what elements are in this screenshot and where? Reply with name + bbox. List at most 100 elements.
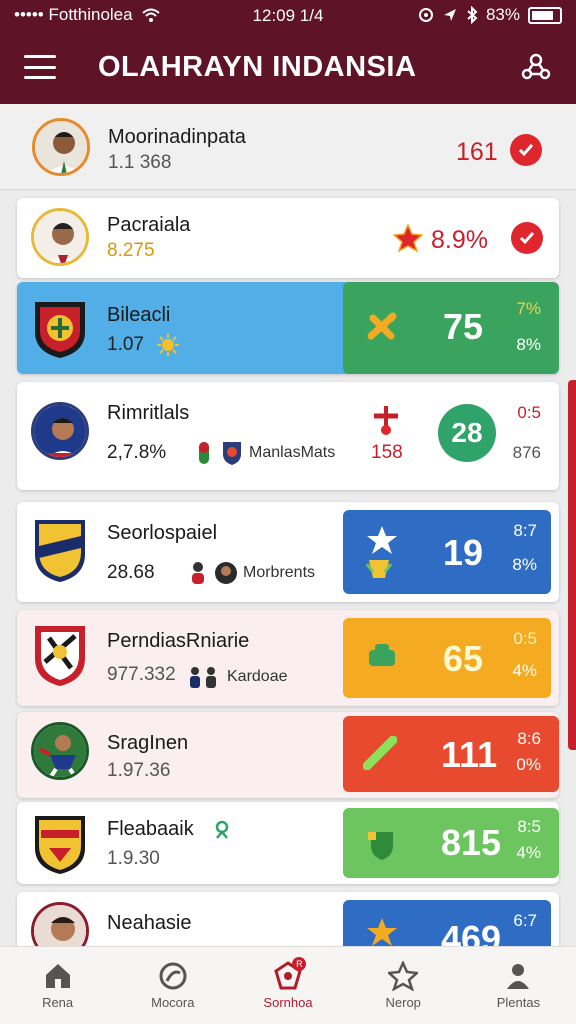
nav-label: Mocora (151, 995, 195, 1010)
nav-label: Rena (42, 995, 74, 1010)
battery-percent: 83% (485, 5, 520, 24)
score-pct-top: 8:6 (517, 729, 541, 748)
avatar (31, 208, 89, 266)
list-item[interactable]: Pacraiala 8.275 8.9% (17, 198, 559, 278)
check-icon[interactable] (510, 134, 542, 166)
star-icon (393, 224, 423, 252)
score-pct-top: 0:5 (513, 629, 537, 648)
team-tag: ManlasMats (193, 440, 335, 466)
score-panel: 469 6:7 (343, 900, 551, 946)
player-name: Neahasie (107, 912, 192, 934)
player-stat: 1.1 368 (108, 152, 172, 173)
ranking-list[interactable]: Moorinadinpata 1.1 368 161 Pacraiala 8.2… (0, 104, 576, 946)
player-name: Pacraiala (107, 214, 191, 236)
team-tag-label: ManlasMats (249, 444, 336, 461)
list-item[interactable]: Fleabaaik 1.9.30 815 8:5 4% (17, 802, 559, 884)
check-icon[interactable] (511, 222, 543, 254)
mini-flag-icon (199, 442, 209, 464)
nav-label: Sornhoa (263, 995, 313, 1010)
bottom-nav: Rena Mocora R Sornhoa Nerop Plentas (0, 946, 576, 1024)
score-pct-bottom: 4% (512, 661, 537, 680)
ball-icon (159, 962, 187, 990)
score-pct-bottom: 8% (512, 555, 537, 574)
score-panel: 19 8:7 8% (343, 510, 551, 594)
score-value: 111 (441, 734, 498, 775)
team-crest-icon (31, 516, 89, 582)
player-stat: 1.97.36 (107, 760, 171, 781)
score-pct-bottom: 0% (516, 755, 541, 774)
score-value: 19 (443, 532, 484, 573)
score-pct-bottom: 8% (516, 335, 541, 354)
score-pct-top: 8:7 (513, 521, 537, 540)
nav-home[interactable]: Rena (0, 947, 115, 1024)
battery-icon (528, 6, 562, 24)
list-item[interactable]: Seorlospaiel 28.68 Morbrents 19 8:7 8% (17, 502, 559, 602)
team-name: Bileacli (107, 304, 171, 326)
score-pct-bottom: 4% (516, 843, 541, 862)
score-panel: 815 8:5 4% (343, 808, 559, 878)
list-item[interactable]: Bileacli 1.07 75 7% 8% (17, 282, 559, 374)
score-value: 815 (441, 822, 502, 863)
nav-standings[interactable]: R Sornhoa (230, 947, 345, 1024)
score-pct-bottom: 876 (512, 443, 541, 462)
pinned-row[interactable]: Moorinadinpata 1.1 368 161 (0, 104, 576, 190)
team-stat: 1.9.30 (107, 848, 160, 869)
player-name: Rimritlals (107, 402, 190, 424)
alarm-icon (418, 8, 433, 22)
share-icon[interactable] (520, 51, 552, 83)
score-badge: 28 (438, 404, 496, 462)
status-bar: ••••• Fotthinolea 12:09 1/4 83% (0, 0, 576, 30)
team-crest-icon (31, 622, 89, 686)
trophy-icon (365, 560, 393, 578)
sun-icon (157, 334, 179, 356)
score-value: 75 (443, 306, 484, 347)
mini-crest-icon (223, 442, 241, 465)
star-icon (388, 961, 419, 991)
team-crest-icon (31, 298, 89, 358)
list-item[interactable]: Rimritlals 2,7.8% ManlasMats 158 28 0:5 … (17, 382, 559, 490)
team-stat: 1.07 (107, 334, 144, 355)
team-tag: Morbrents (187, 560, 315, 586)
bluetooth-icon (467, 6, 478, 24)
score-pct-top: 8:5 (517, 817, 541, 836)
mini-player-icon (192, 562, 204, 584)
mini-avatar-icon (215, 562, 237, 584)
team-stat: 28.68 (107, 562, 155, 583)
scroll-indicator[interactable] (568, 380, 576, 750)
score-pct-top: 0:5 (517, 403, 541, 422)
nav-players[interactable]: Plentas (461, 947, 576, 1024)
verified-icon (215, 820, 229, 839)
person-icon (507, 964, 530, 989)
nav-favorites[interactable]: Nerop (346, 947, 461, 1024)
team-tag-label: Morbrents (243, 564, 316, 581)
list-item[interactable]: SragInen 1.97.36 111 8:6 0% (17, 712, 559, 798)
sub-value: 158 (371, 442, 403, 463)
menu-icon[interactable] (24, 55, 56, 79)
wifi-icon (141, 8, 160, 22)
team-stat: 977.332 (107, 664, 176, 685)
score-pct-top: 7% (516, 299, 541, 318)
mini-players-icon (190, 667, 216, 688)
score-pct-top: 6:7 (513, 911, 537, 930)
player-value: 161 (456, 138, 498, 166)
player-stat: 2,7.8% (107, 442, 167, 463)
list-item[interactable]: Neahasie 469 6:7 (17, 892, 559, 946)
nav-matches[interactable]: Mocora (115, 947, 230, 1024)
star-icon (367, 918, 397, 946)
player-value: 8.9% (431, 226, 488, 254)
page-title: OLAHRAYN INDANSIA (98, 50, 417, 83)
team-crest-icon (31, 812, 89, 874)
player-stat: 8.275 (107, 240, 155, 261)
shield-icon (368, 832, 393, 860)
list-item[interactable]: PerndiasRniarie 977.332 Kardoae 65 0:5 4… (17, 610, 559, 706)
score-panel: 65 0:5 4% (343, 618, 551, 698)
team-name: Seorlospaiel (107, 522, 218, 544)
kit-icon (369, 644, 395, 666)
avatar (31, 402, 89, 460)
bat-icon (363, 736, 397, 770)
home-icon (45, 964, 70, 988)
score-panel: 111 8:6 0% (343, 716, 559, 792)
player-name: Moorinadinpata (108, 126, 246, 148)
team-tag-label: Kardoae (227, 668, 288, 685)
score-value: 469 (441, 918, 502, 946)
